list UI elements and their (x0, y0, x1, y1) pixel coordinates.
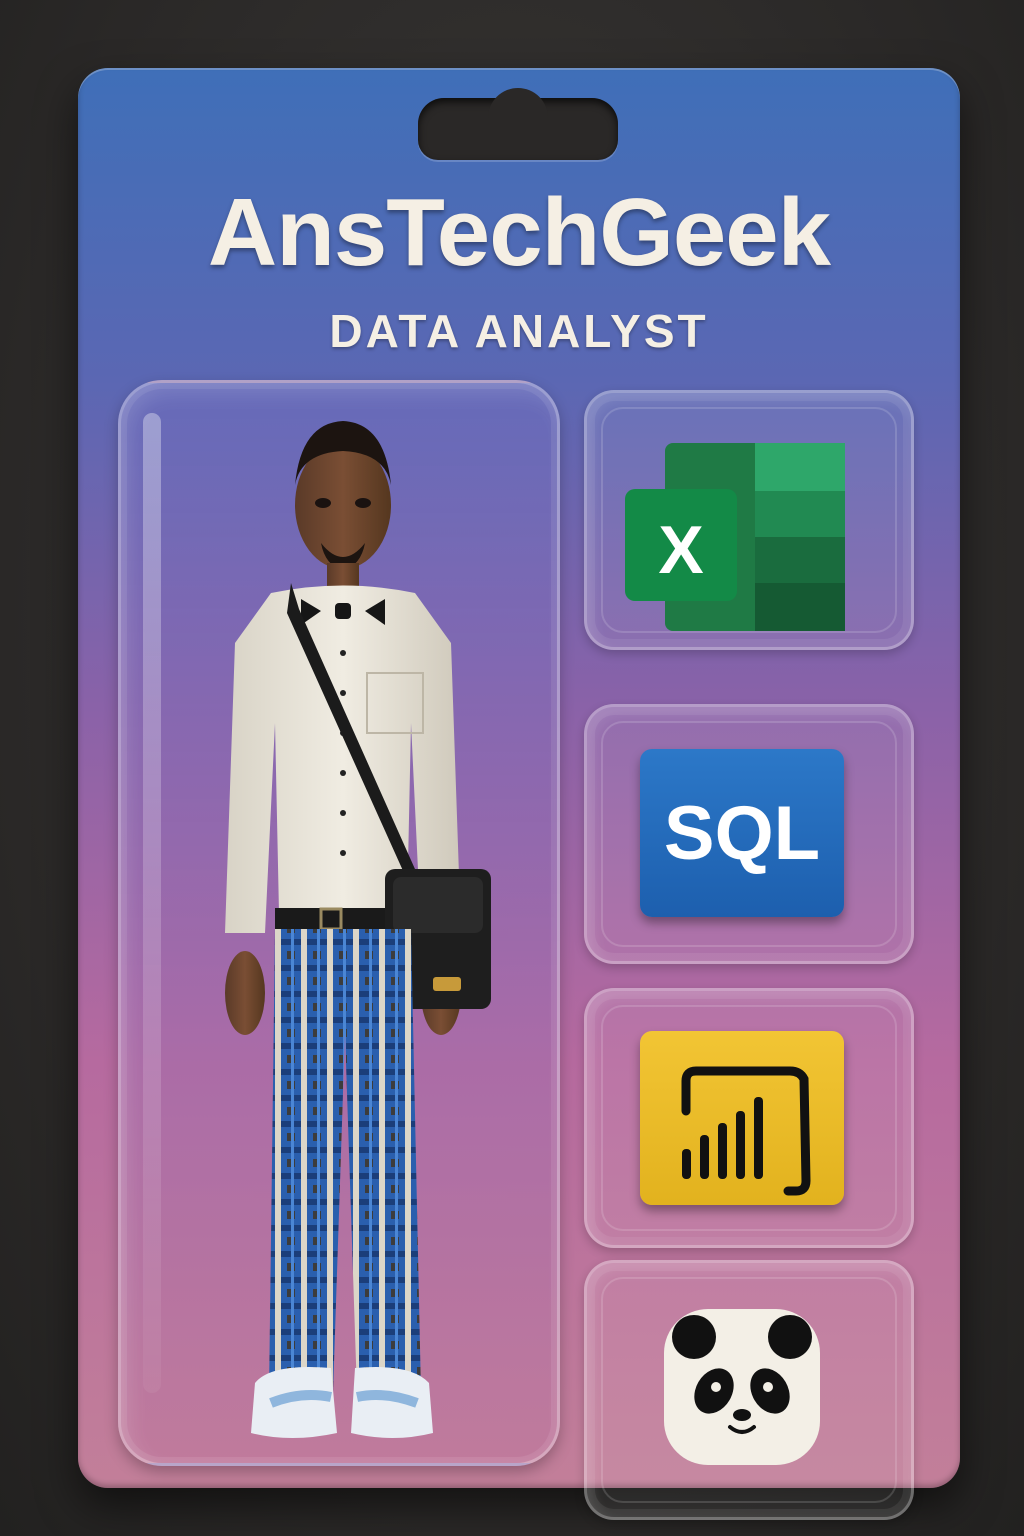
action-figure-card: AnsTechGeek DATA ANALYST X SQL (78, 68, 960, 1520)
action-figure (225, 421, 491, 1438)
sql-icon: SQL (640, 749, 844, 917)
slot-pandas (584, 1260, 914, 1520)
powerbi-glyph (681, 1066, 811, 1196)
slot-sql: SQL (584, 704, 914, 964)
slot-powerbi (584, 988, 914, 1248)
card-title: AnsTechGeek (207, 179, 831, 286)
background: AnsTechGeek DATA ANALYST X SQL (0, 0, 1024, 1536)
excel-icon: X (625, 443, 845, 631)
figure-blister (118, 380, 560, 1466)
pandas-icon (664, 1309, 820, 1465)
blister-shine (143, 413, 161, 1393)
hang-hole (418, 88, 618, 160)
slot-excel: X (584, 390, 914, 650)
card-subtitle: DATA ANALYST (329, 305, 709, 357)
excel-letter: X (658, 512, 703, 588)
powerbi-icon (640, 1031, 844, 1205)
